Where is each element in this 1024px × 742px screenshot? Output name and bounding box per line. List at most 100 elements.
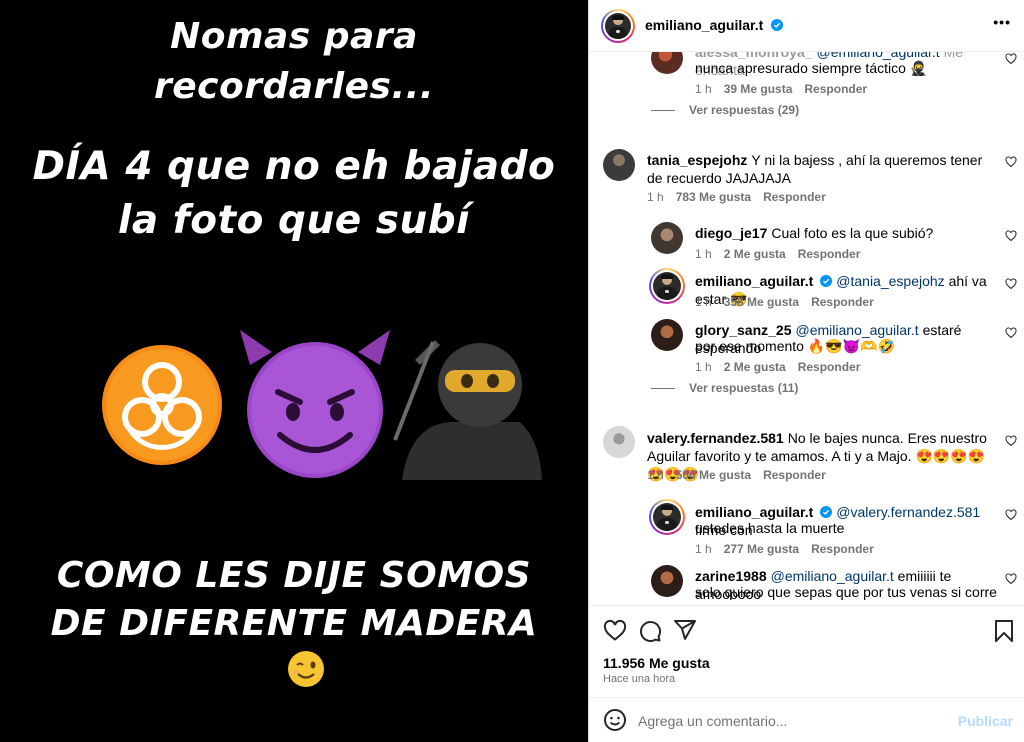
view-replies-label: Ver respuestas (29) (689, 103, 800, 117)
comment-username[interactable]: diego_je17 (695, 225, 767, 241)
comment-icon[interactable] (638, 619, 662, 643)
comment-avatar[interactable] (603, 149, 635, 181)
comment-time: 1 h (695, 542, 712, 556)
comment-avatar[interactable] (651, 565, 683, 597)
view-replies-label: Ver respuestas (11) (689, 381, 799, 395)
share-icon[interactable] (673, 618, 697, 642)
post-side-panel: emiliano_aguilar.t ••• alessa_monroya_ @e… (588, 0, 1024, 742)
view-replies-button[interactable]: Ver respuestas (11) (651, 381, 798, 395)
author-avatar[interactable] (601, 9, 635, 43)
story-line-2: recordarles... (153, 66, 435, 107)
comment-likes[interactable]: 506 Me gusta (676, 468, 751, 482)
story-caption-top: Nomas para recordarles... (0, 12, 588, 112)
story-caption-middle: DÍA 4 que no eh bajado la foto que subí (0, 140, 588, 248)
biohazard-emoji (102, 345, 222, 465)
comment-likes[interactable]: 2 Me gusta (724, 360, 786, 374)
reply-button[interactable]: Responder (763, 468, 826, 482)
comment-likes[interactable]: 277 Me gusta (724, 542, 799, 556)
story-line-5: COMO LES DIJE SOMOS (56, 555, 532, 596)
comment-username[interactable]: tania_espejohz (647, 152, 747, 168)
author-username[interactable]: emiliano_aguilar.t (645, 17, 763, 33)
comment-avatar[interactable] (651, 319, 683, 351)
ninja-emoji (393, 340, 542, 480)
post-header: emiliano_aguilar.t ••• (589, 0, 1024, 52)
comment-username[interactable]: zarine1988 (695, 568, 767, 584)
comment-likes[interactable]: 2 Me gusta (724, 247, 786, 261)
comment-avatar[interactable] (649, 268, 685, 304)
emoji-row (102, 330, 542, 480)
comment-time: 1 h (647, 468, 664, 482)
story-caption-bottom: COMO LES DIJE SOMOS DE DIFERENTE MADERA (0, 552, 588, 648)
post-actions-bar: 11.956 Me gusta Hace una hora (589, 605, 1024, 695)
story-line-6: DE DIFERENTE MADERA (50, 603, 538, 644)
comment-text-continued: por ese momento 🔥😎😈🫶🤣 (695, 338, 895, 354)
comment-meta: 1 h 506 Me gusta Responder (647, 468, 838, 482)
comment-meta: 1 h 783 Me gusta Responder (647, 190, 838, 204)
comment-avatar[interactable] (651, 222, 683, 254)
reply-button[interactable]: Responder (804, 82, 867, 96)
comment-time: 1 h (647, 190, 664, 204)
like-comment-icon[interactable] (1005, 230, 1017, 242)
comment-username[interactable]: glory_sanz_25 (695, 322, 792, 338)
comment-composer: Agrega un comentario... Publicar (589, 697, 1024, 742)
smiling-devil-emoji (240, 330, 390, 478)
like-comment-icon[interactable] (1005, 53, 1017, 65)
list-item: diego_je17 Cual foto es la que subió? (695, 224, 995, 242)
comment-avatar[interactable] (603, 426, 635, 458)
like-comment-icon[interactable] (1005, 435, 1017, 447)
emoji-picker-icon[interactable] (603, 708, 627, 732)
comment-input[interactable]: Agrega un comentario... (638, 713, 787, 729)
reply-button[interactable]: Responder (798, 360, 861, 374)
view-replies-button[interactable]: Ver respuestas (29) (651, 103, 799, 117)
verified-badge-icon (820, 275, 833, 287)
reply-button[interactable]: Responder (811, 542, 874, 556)
comment-time: 1 h (695, 295, 712, 309)
comment-meta: 1 h 358 Me gusta Responder (695, 295, 886, 309)
comment-username[interactable]: emiliano_aguilar.t (695, 273, 813, 289)
verified-badge-icon (770, 19, 783, 31)
comment-likes[interactable]: 358 Me gusta (724, 295, 799, 309)
comment-text: nunca apresurado siempre táctico 🥷 (695, 60, 928, 76)
post-time[interactable]: Hace una hora (603, 673, 675, 685)
comment-avatar[interactable] (649, 499, 685, 535)
comment-mention[interactable]: @emiliano_aguilar.t (771, 568, 894, 584)
comment-time: 1 h (695, 247, 712, 261)
story-line-3: DÍA 4 que no eh bajado (32, 144, 556, 189)
comment-text-continued: ustedes hasta la muerte (695, 520, 845, 536)
like-comment-icon[interactable] (1005, 573, 1017, 585)
likes-count[interactable]: 11.956 Me gusta (603, 655, 710, 671)
like-comment-icon[interactable] (1005, 327, 1017, 339)
more-options-icon[interactable]: ••• (993, 14, 1011, 30)
comment-time: 1 h (695, 82, 712, 96)
winking-face-emoji (288, 651, 324, 687)
post-image[interactable]: Nomas para recordarles... DÍA 4 que no e… (0, 0, 588, 742)
comment-username[interactable]: emiliano_aguilar.t (695, 504, 813, 520)
comment-likes[interactable]: 39 Me gusta (724, 82, 793, 96)
like-comment-icon[interactable] (1005, 156, 1017, 168)
comment-likes[interactable]: 783 Me gusta (676, 190, 751, 204)
like-icon[interactable] (603, 619, 627, 643)
comment-meta: 1 h 39 Me gusta Responder (695, 82, 879, 96)
like-comment-icon[interactable] (1005, 278, 1017, 290)
comment-text: Cual foto es la que subió? (771, 225, 934, 241)
comment-username[interactable]: valery.fernandez.581 (647, 430, 784, 446)
comment-meta: 1 h 277 Me gusta Responder (695, 542, 886, 556)
comments-list: alessa_monroya_ @emiliano_aguilar.t Me en… (589, 52, 1024, 605)
comment-time: 1 h (695, 360, 712, 374)
comment-meta: 1 h 2 Me gusta Responder (695, 360, 872, 374)
save-bookmark-icon[interactable] (993, 619, 1015, 643)
comment-mention[interactable]: @emiliano_aguilar.t (796, 322, 919, 338)
verified-badge-icon (820, 506, 833, 518)
like-comment-icon[interactable] (1005, 509, 1017, 521)
reply-button[interactable]: Responder (798, 247, 861, 261)
list-item: tania_espejohz Y ni la bajess , ahí la qu… (647, 151, 987, 187)
reply-button[interactable]: Responder (811, 295, 874, 309)
reply-button[interactable]: Responder (763, 190, 826, 204)
comment-mention[interactable]: @valery.fernandez.581 (836, 504, 980, 520)
story-line-4: la foto que subí (117, 198, 470, 243)
comment-avatar[interactable] (651, 52, 683, 74)
comment-meta: 1 h 2 Me gusta Responder (695, 247, 872, 261)
publish-button[interactable]: Publicar (958, 713, 1013, 729)
comment-mention[interactable]: @tania_espejohz (836, 273, 944, 289)
comment-text-continued: solo quiero que sepas que por tus venas … (695, 584, 997, 600)
